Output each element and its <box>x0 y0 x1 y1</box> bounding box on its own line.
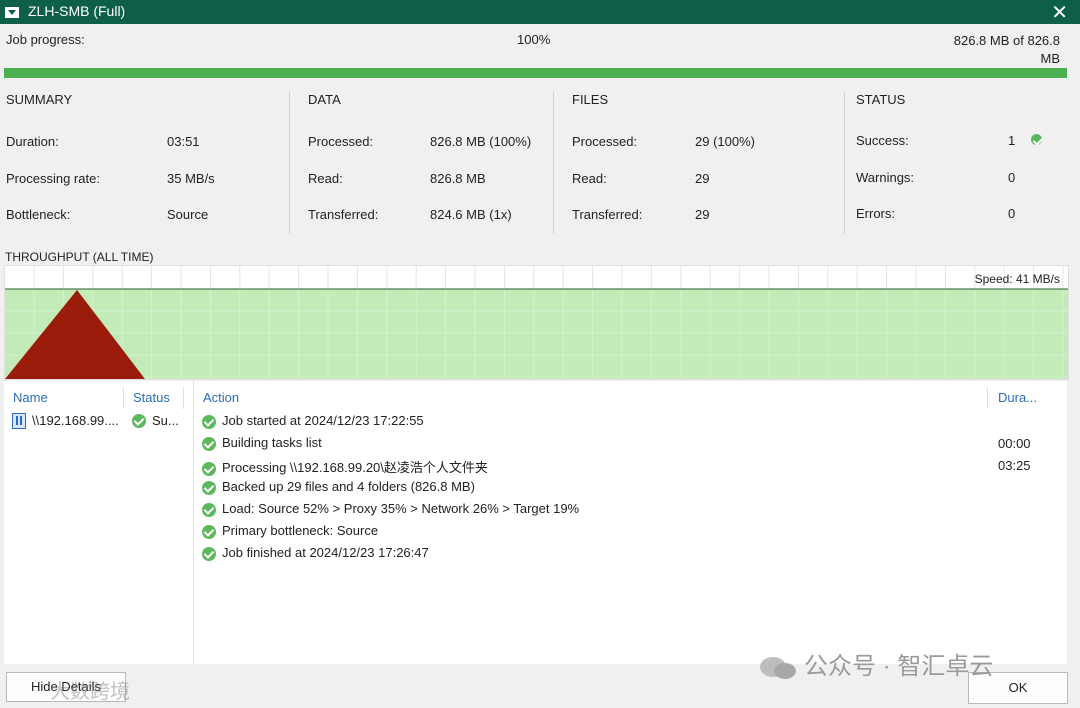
job-progress-percent: 100% <box>517 32 551 47</box>
log-entry-duration: 00:00 <box>998 436 1031 451</box>
files-read-label: Read: <box>572 171 607 186</box>
success-check-icon <box>202 480 216 495</box>
object-status: Su... <box>152 413 179 428</box>
files-read-value: 29 <box>695 171 710 186</box>
object-name: \\192.168.99.... <box>32 413 119 428</box>
divider <box>183 387 184 409</box>
divider <box>844 92 845 234</box>
data-section: DATA Processed: 826.8 MB (100%) Read: 82… <box>308 86 548 236</box>
log-entry-text: Primary bottleneck: Source <box>222 523 379 538</box>
success-check-icon <box>132 414 146 428</box>
summary-duration-value: 03:51 <box>167 134 200 149</box>
duration-column-header[interactable]: Dura... <box>998 390 1037 405</box>
job-progress-label: Job progress: <box>6 32 85 47</box>
log-entry: Processing \\192.168.99.20\赵凌浩个人文件夹 <box>202 457 488 476</box>
data-transferred-label: Transferred: <box>308 207 379 222</box>
success-check-icon <box>202 436 216 451</box>
stats-panel: SUMMARY Duration: 03:51 Processing rate:… <box>0 86 1080 238</box>
watermark-text: 公众号 · 智汇卓云 <box>804 653 994 680</box>
throughput-heading: THROUGHPUT (ALL TIME) <box>5 250 154 264</box>
window-title: ZLH-SMB (Full) <box>28 3 126 19</box>
status-success-label: Success: <box>856 133 909 148</box>
status-warnings-value: 0 <box>1008 170 1016 185</box>
divider <box>553 92 554 234</box>
success-check-icon <box>202 546 216 561</box>
summary-rate-value: 35 MB/s <box>167 171 215 186</box>
data-read-value: 826.8 MB <box>430 171 486 186</box>
summary-rate-label: Processing rate: <box>6 171 100 186</box>
files-section: FILES Processed: 29 (100%) Read: 29 Tran… <box>572 86 822 236</box>
log-entry-text: Job finished at 2024/12/23 17:26:47 <box>222 545 429 560</box>
log-entry: Load: Source 52% > Proxy 35% > Network 2… <box>202 501 579 519</box>
success-check-icon <box>202 414 216 429</box>
status-success-value: 1 <box>1008 133 1016 148</box>
throughput-chart-svg <box>5 266 1068 379</box>
divider <box>193 381 194 664</box>
status-section: STATUS Success: 1 Warnings: 0 Errors: 0 <box>856 86 1066 236</box>
job-progress-row: Job progress: 100% 826.8 MB of 826.8 MB <box>0 24 1080 68</box>
watermark: 公众号 · 智汇卓云 <box>758 646 993 681</box>
log-entry: Job started at 2024/12/23 17:22:55 <box>202 413 424 431</box>
status-heading: STATUS <box>856 92 906 107</box>
success-check-icon <box>1031 134 1042 145</box>
data-heading: DATA <box>308 92 341 107</box>
action-column-header[interactable]: Action <box>203 390 239 405</box>
log-entry-text: Building tasks list <box>222 435 322 450</box>
data-processed-label: Processed: <box>308 134 374 149</box>
job-progress-size: 826.8 MB of 826.8 MB <box>953 33 1060 66</box>
details-panel: Name Status \\192.168.99.... Su... Actio… <box>4 381 1067 664</box>
log-entry: Job finished at 2024/12/23 17:26:47 <box>202 545 429 563</box>
job-progress-fill <box>4 68 1067 78</box>
summary-section: SUMMARY Duration: 03:51 Processing rate:… <box>6 86 286 236</box>
name-column-header[interactable]: Name <box>13 390 48 405</box>
files-transferred-value: 29 <box>695 207 710 222</box>
divider <box>987 387 988 409</box>
log-entry-text: Job started at 2024/12/23 17:22:55 <box>222 413 424 428</box>
log-entry: Backed up 29 files and 4 folders (826.8 … <box>202 479 475 497</box>
status-warnings-label: Warnings: <box>856 170 915 185</box>
files-processed-label: Processed: <box>572 134 638 149</box>
success-check-icon <box>202 502 216 517</box>
veeam-job-icon <box>5 7 19 18</box>
success-check-icon <box>202 461 216 476</box>
summary-bottleneck-value: Source <box>167 207 209 222</box>
status-errors-value: 0 <box>1008 206 1016 221</box>
files-processed-value: 29 (100%) <box>695 134 755 149</box>
speed-label: Speed: 41 MB/s <box>974 272 1060 286</box>
throughput-chart: Speed: 41 MB/s <box>4 265 1069 380</box>
data-processed-value: 826.8 MB (100%) <box>430 134 532 149</box>
log-entry-text: Load: Source 52% > Proxy 35% > Network 2… <box>222 501 580 516</box>
wechat-logo-icon <box>760 656 796 679</box>
files-transferred-label: Transferred: <box>572 207 643 222</box>
log-entry: Primary bottleneck: Source <box>202 523 378 541</box>
data-transferred-value: 824.6 MB (1x) <box>430 207 512 222</box>
watermark-overlay-text: 大数跨境 <box>50 681 130 703</box>
log-entry: Building tasks list <box>202 435 322 453</box>
summary-heading: SUMMARY <box>6 92 73 107</box>
divider <box>289 92 290 234</box>
title-bar: ZLH-SMB (Full) ✕ <box>0 0 1080 24</box>
status-errors-label: Errors: <box>856 206 895 221</box>
success-check-icon <box>202 524 216 539</box>
close-icon[interactable]: ✕ <box>1051 0 1068 25</box>
throughput-area <box>5 289 1068 379</box>
status-column-header[interactable]: Status <box>133 390 170 405</box>
files-heading: FILES <box>572 92 609 107</box>
job-progress-bar <box>4 68 1067 78</box>
divider <box>123 387 124 409</box>
file-share-icon <box>12 413 26 429</box>
log-entry-text: Processing \\192.168.99.20\赵凌浩个人文件夹 <box>222 460 488 475</box>
summary-duration-label: Duration: <box>6 134 59 149</box>
summary-bottleneck-label: Bottleneck: <box>6 207 71 222</box>
log-entry-text: Backed up 29 files and 4 folders (826.8 … <box>222 479 475 494</box>
data-read-label: Read: <box>308 171 343 186</box>
log-entry-duration: 03:25 <box>998 458 1031 473</box>
